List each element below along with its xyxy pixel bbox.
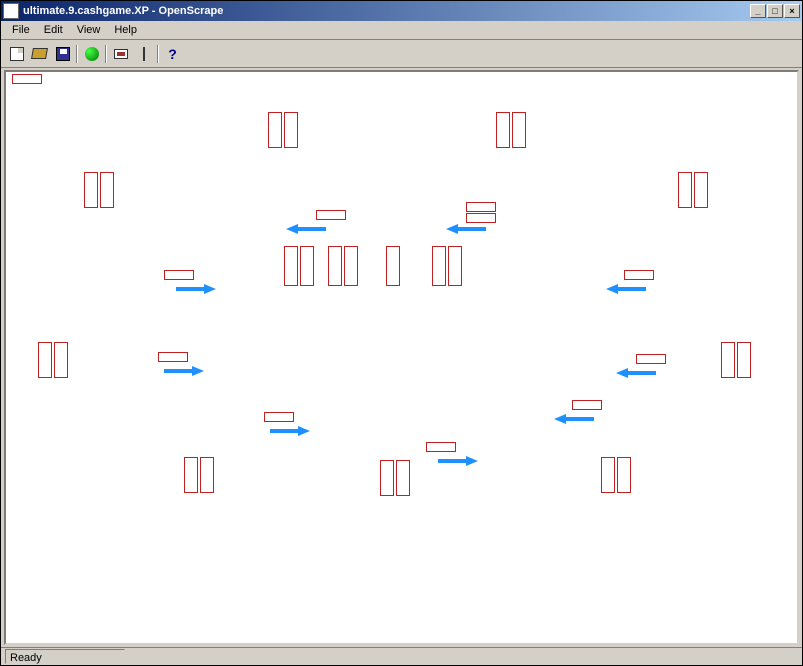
scrape-region[interactable] <box>624 270 654 280</box>
toolbar-separator <box>103 43 109 65</box>
direction-arrow-left <box>286 224 326 234</box>
scrape-region[interactable] <box>54 342 68 378</box>
scrape-region[interactable] <box>601 457 615 493</box>
scrape-region[interactable] <box>448 246 462 286</box>
direction-arrow-left <box>554 414 594 424</box>
titlebar[interactable]: ultimate.9.cashgame.XP - OpenScrape _ □ … <box>1 1 802 21</box>
menubar: File Edit View Help <box>1 21 802 40</box>
scrape-region[interactable] <box>426 442 456 452</box>
direction-arrow-right <box>164 366 204 376</box>
menu-help[interactable]: Help <box>107 22 144 38</box>
scrape-region[interactable] <box>572 400 602 410</box>
new-file-icon <box>10 47 24 61</box>
scrape-region[interactable] <box>164 270 194 280</box>
app-icon <box>3 3 19 19</box>
direction-arrow-right <box>176 284 216 294</box>
scrape-region[interactable] <box>268 112 282 148</box>
connect-icon <box>85 47 99 61</box>
scrape-region[interactable] <box>158 352 188 362</box>
maximize-button[interactable]: □ <box>767 4 783 18</box>
arrow-icon <box>138 47 150 61</box>
scrape-region[interactable] <box>636 354 666 364</box>
direction-arrow-right <box>270 426 310 436</box>
canvas-area[interactable] <box>4 70 799 645</box>
scrape-region[interactable] <box>12 74 42 84</box>
tool-arrows[interactable] <box>132 43 155 65</box>
scrape-region[interactable] <box>344 246 358 286</box>
window-title: ultimate.9.cashgame.XP - OpenScrape <box>23 5 750 17</box>
scrape-region[interactable] <box>512 112 526 148</box>
scrape-region[interactable] <box>300 246 314 286</box>
close-button[interactable]: × <box>784 4 800 18</box>
status-ready: Ready <box>5 649 125 664</box>
scrape-region[interactable] <box>284 246 298 286</box>
tool-open[interactable] <box>28 43 51 65</box>
scrape-region[interactable] <box>264 412 294 422</box>
tool-new[interactable] <box>5 43 28 65</box>
scrape-region[interactable] <box>84 172 98 208</box>
open-file-icon <box>31 48 48 59</box>
scrape-region[interactable] <box>466 202 496 212</box>
tool-help[interactable]: ? <box>161 43 184 65</box>
toolbar-separator <box>155 43 161 65</box>
direction-arrow-right <box>438 456 478 466</box>
minimize-button[interactable]: _ <box>750 4 766 18</box>
region-icon <box>114 49 128 59</box>
toolbar-separator <box>74 43 80 65</box>
menu-edit[interactable]: Edit <box>37 22 70 38</box>
statusbar: Ready <box>1 647 802 665</box>
toolbar: ? <box>1 40 802 68</box>
menu-view[interactable]: View <box>70 22 108 38</box>
app-window: ultimate.9.cashgame.XP - OpenScrape _ □ … <box>0 0 803 666</box>
scrape-region[interactable] <box>386 246 400 286</box>
direction-arrow-left <box>446 224 486 234</box>
scrape-region[interactable] <box>328 246 342 286</box>
scrape-region[interactable] <box>721 342 735 378</box>
scrape-region[interactable] <box>617 457 631 493</box>
scrape-region[interactable] <box>737 342 751 378</box>
scrape-region[interactable] <box>380 460 394 496</box>
scrape-region[interactable] <box>284 112 298 148</box>
scrape-region[interactable] <box>200 457 214 493</box>
scrape-region[interactable] <box>38 342 52 378</box>
tool-region[interactable] <box>109 43 132 65</box>
scrape-region[interactable] <box>432 246 446 286</box>
scrape-region[interactable] <box>396 460 410 496</box>
save-file-icon <box>56 47 70 61</box>
window-controls: _ □ × <box>750 4 800 18</box>
tool-connect[interactable] <box>80 43 103 65</box>
scrape-region[interactable] <box>694 172 708 208</box>
scrape-region[interactable] <box>100 172 114 208</box>
direction-arrow-left <box>616 368 656 378</box>
menu-file[interactable]: File <box>5 22 37 38</box>
scrape-region[interactable] <box>316 210 346 220</box>
help-icon: ? <box>168 46 177 62</box>
tool-save[interactable] <box>51 43 74 65</box>
scrape-region[interactable] <box>678 172 692 208</box>
direction-arrow-left <box>606 284 646 294</box>
scrape-region[interactable] <box>496 112 510 148</box>
scrape-region[interactable] <box>184 457 198 493</box>
scrape-region[interactable] <box>466 213 496 223</box>
